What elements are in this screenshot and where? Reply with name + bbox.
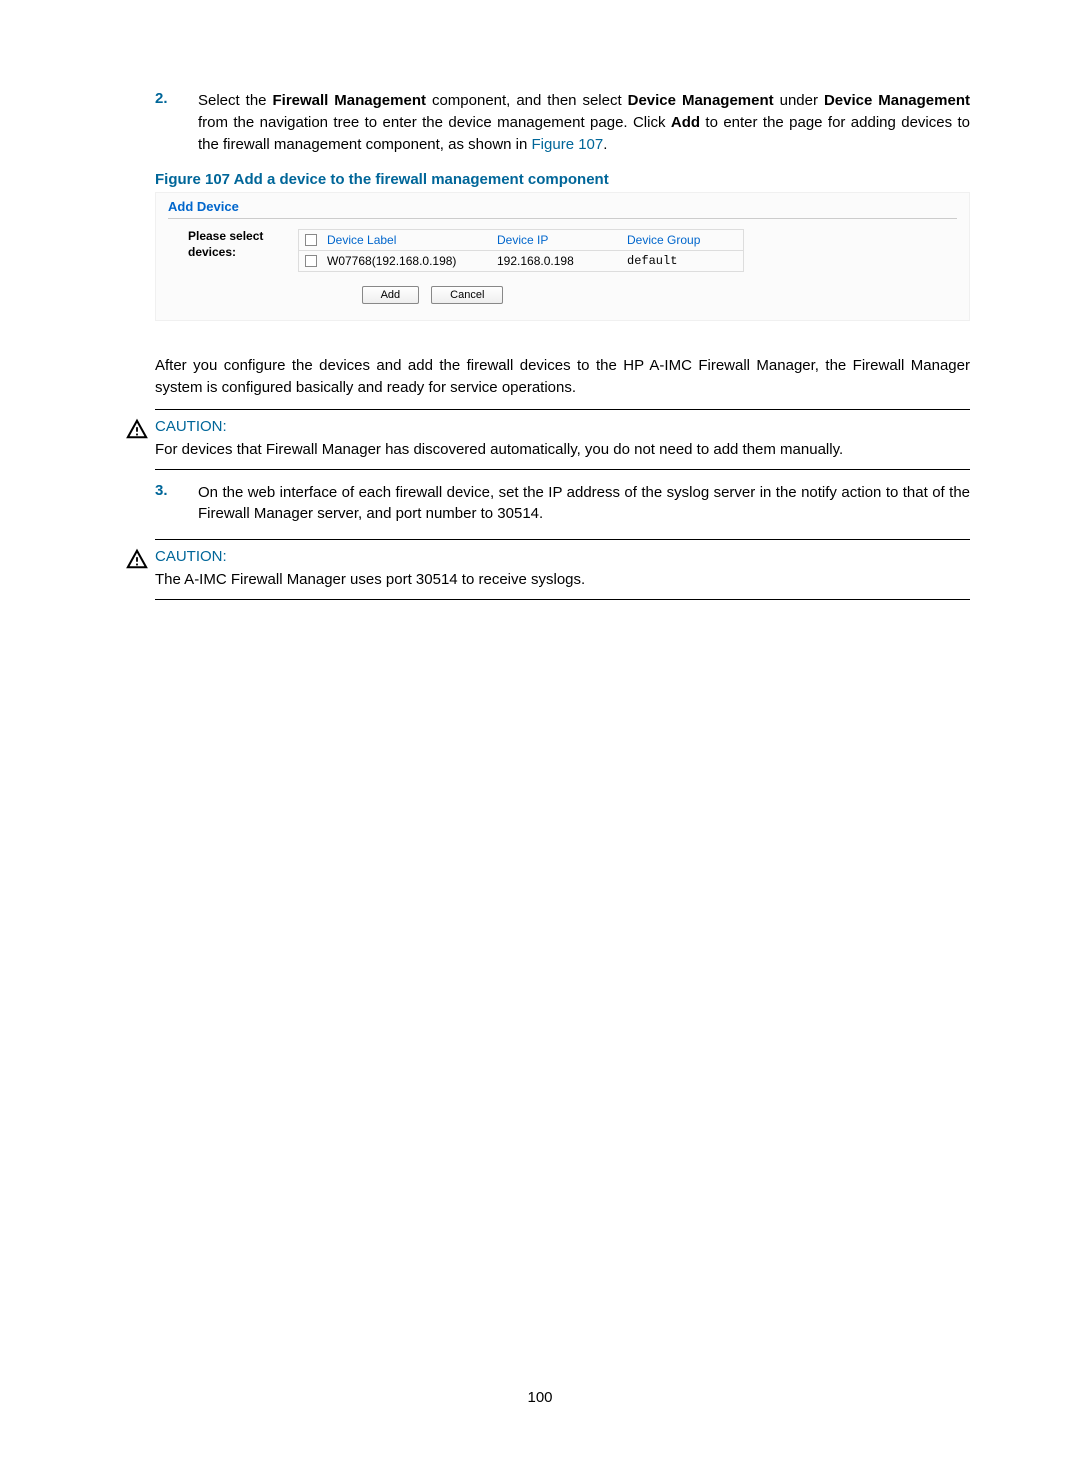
step-number: 2. [155,90,198,155]
text: Select the [198,92,272,109]
add-button[interactable]: Add [362,286,420,304]
caution-box: CAUTION: The A-IMC Firewall Manager uses… [155,539,970,600]
header-checkbox-cell [299,230,323,250]
caution-body: For devices that Firewall Manager has di… [155,439,970,461]
text: under [774,92,824,109]
text: from the navigation tree to enter the de… [198,114,671,131]
panel-body: Please select devices: Device Label Devi… [168,229,957,272]
panel-title: Add Device [168,199,957,219]
step-2: 2. Select the Firewall Management compon… [155,90,970,155]
page-number: 100 [0,1389,1080,1406]
bold-text: Device Management [628,92,774,109]
cell-device-ip: 192.168.0.198 [493,251,623,271]
button-row: Add Cancel [168,286,957,304]
figure-link[interactable]: Figure 107 [532,136,604,153]
page-content: 2. Select the Firewall Management compon… [155,90,970,600]
step-3: 3. On the web interface of each firewall… [155,482,970,526]
caution-icon [126,548,148,570]
paragraph: After you configure the devices and add … [155,355,970,399]
bold-text: Device Management [824,92,970,109]
caution-heading: CAUTION: [155,548,970,565]
add-device-panel: Add Device Please select devices: Device… [155,192,970,321]
cancel-button[interactable]: Cancel [431,286,503,304]
text: . [603,136,607,153]
caution-icon [126,418,148,440]
table-header-row: Device Label Device IP Device Group [298,229,743,250]
device-table: Device Label Device IP Device Group W077… [298,229,744,272]
label-line-1: Please select [188,229,263,243]
row-checkbox[interactable] [305,255,317,267]
header-device-label: Device Label [323,230,493,250]
step-body: On the web interface of each firewall de… [198,482,970,526]
figure-caption: Figure 107 Add a device to the firewall … [155,171,970,188]
label-line-2: devices: [188,245,236,259]
step-number: 3. [155,482,198,526]
select-all-checkbox[interactable] [305,234,317,246]
row-checkbox-cell [299,251,323,271]
step-body: Select the Firewall Management component… [198,90,970,155]
header-device-ip: Device IP [493,230,623,250]
table-row: W07768(192.168.0.198) 192.168.0.198 defa… [298,250,743,272]
text: component, and then select [426,92,628,109]
bold-text: Add [671,114,700,131]
bold-text: Firewall Management [272,92,426,109]
caution-body: The A-IMC Firewall Manager uses port 305… [155,569,970,591]
cell-device-group: default [623,251,743,271]
select-label: Please select devices: [188,229,298,260]
caution-box: CAUTION: For devices that Firewall Manag… [155,409,970,470]
caution-heading: CAUTION: [155,418,970,435]
header-device-group: Device Group [623,230,743,250]
cell-device-label: W07768(192.168.0.198) [323,251,493,271]
